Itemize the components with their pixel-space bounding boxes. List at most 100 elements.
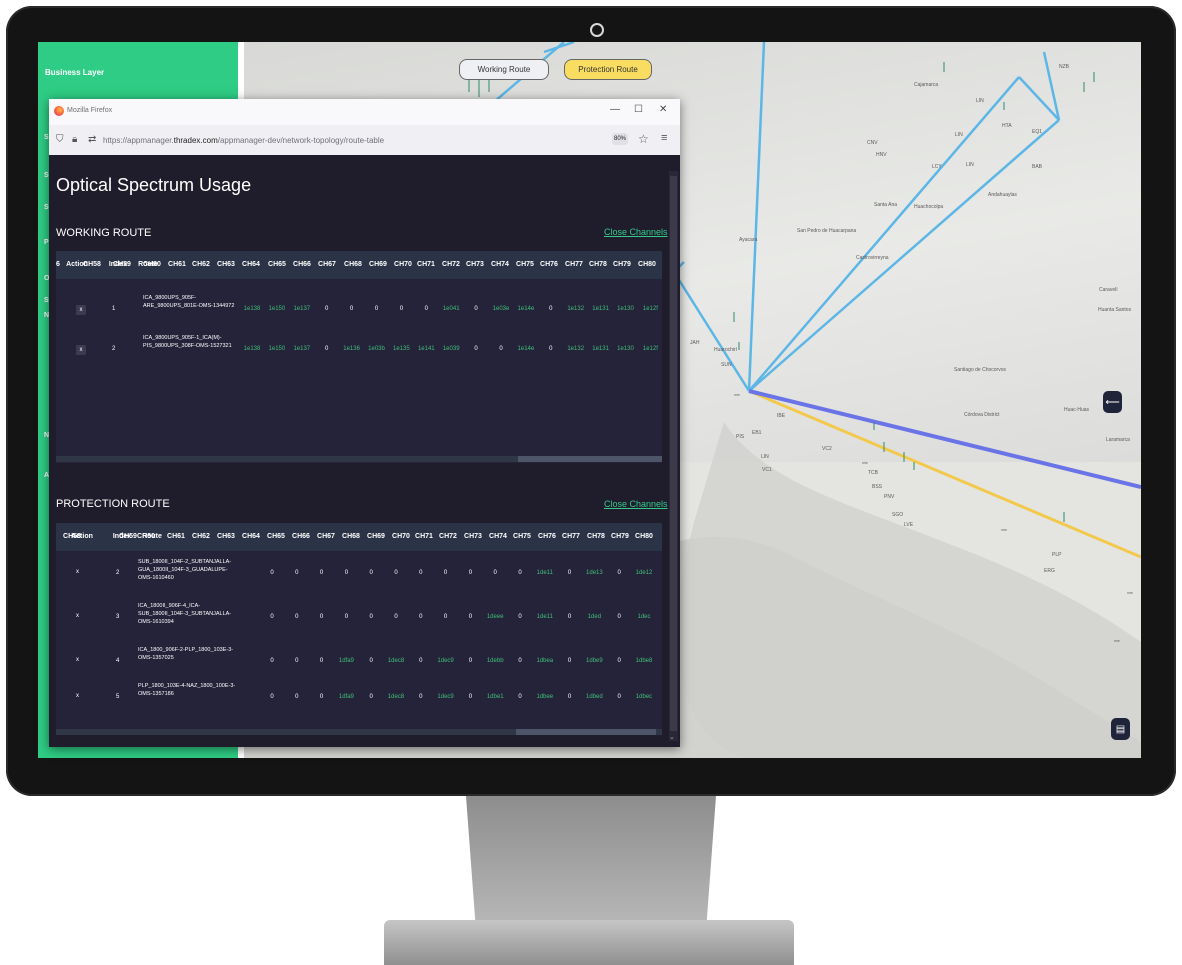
sidebar-letter: S [44,204,49,211]
channel-cell: 0 [325,306,329,312]
working-route-button[interactable]: Working Route [459,59,549,80]
map-place-label: ERG [1044,568,1055,574]
layers-icon[interactable]: ▤ [1111,718,1130,740]
channel-cell: 1e138 [243,306,261,312]
row-action-remove-button[interactable]: x [76,613,79,619]
column-header: Action [71,533,93,540]
channel-cell: 1e135 [393,346,410,352]
channel-cell: 0 [344,570,349,576]
map-place-label: CNV [867,140,878,146]
maximize-button[interactable]: ☐ [634,104,643,115]
channel-cell: 1dfa9 [338,694,354,700]
row-action-remove-button[interactable]: x [76,305,86,315]
channel-cell: 1dec8 [387,694,405,700]
row-action-remove-button[interactable]: x [76,345,86,355]
protection-close-channels-link[interactable]: Close Channels [604,499,668,509]
channel-cell: 0 [399,306,404,312]
column-header: CH68 [342,533,360,540]
column-header: CH77 [562,533,580,540]
working-close-channels-link[interactable]: Close Channels [604,227,668,237]
zoom-level[interactable]: 80% [612,133,628,145]
channel-cell: 1e137 [293,346,311,352]
channel-cell: 0 [567,658,572,664]
row-action-remove-button[interactable]: x [76,657,79,663]
column-header: CH67 [318,261,336,268]
map-place-label: SGO [892,512,904,518]
map-place-label: *** [1127,592,1133,598]
url-text[interactable]: https://appmanager.thradex.com/appmanage… [103,136,384,145]
column-header: CH65 [267,533,285,540]
scroll-down-icon[interactable]: ⌄ [669,733,675,741]
column-header: CH59 [113,261,131,268]
protection-horizontal-scrollbar[interactable] [56,729,662,735]
channel-cell: 1dec9 [437,658,454,664]
channel-cell: 1dec8 [387,658,405,664]
channel-cell: 1dfa9 [338,658,354,664]
column-header: CH65 [268,261,286,268]
column-header: CH78 [587,533,605,540]
channel-cell: 0 [419,694,423,700]
working-horizontal-scrollbar[interactable] [56,456,662,462]
sidebar-letter: P [44,239,49,246]
map-place-label: Huachocolpa [914,204,944,210]
channel-cell: 0 [394,614,398,620]
row-index: 4 [116,658,120,664]
working-route-title: WORKING ROUTE [56,227,152,239]
channel-cell: 1e131 [592,306,609,312]
monitor-stand-base [384,920,794,965]
map-place-label: PNV [884,494,895,500]
channel-cell: 0 [518,570,522,576]
map-place-label: *** [734,394,740,400]
channel-cell: 0 [369,694,373,700]
column-header: CH66 [293,261,311,268]
channel-cell: 0 [424,306,428,312]
channel-cell: 0 [295,614,299,620]
camera-icon [590,23,604,37]
channel-cell: 0 [295,694,299,700]
close-button[interactable]: ✕ [659,104,667,115]
bookmark-star-icon[interactable]: ☆ [638,132,649,146]
column-header: CH70 [394,261,412,268]
route-name: ICA_9800UPS_905F-ARE_9800UPS_801E-OMS-13… [143,295,235,309]
shield-icon[interactable]: ⛉ [56,134,64,145]
lock-icon[interactable]: 🔒︎ [72,134,77,145]
url-bar[interactable]: ⛉ 🔒︎ ⇄ https://appmanager.thradex.com/ap… [49,125,680,156]
row-index: 2 [116,570,120,576]
map-place-label: *** [1001,529,1007,535]
channel-cell: 1de11 [536,570,553,576]
channel-cell: 1de12 [635,570,653,576]
vertical-scrollbar[interactable] [669,171,678,741]
channel-cell: 0 [567,570,572,576]
column-header: CH64 [242,533,260,540]
channel-cell: 1e141 [417,346,435,352]
column-header: CH71 [415,533,433,540]
channel-cell: 1e12f [642,306,658,312]
channel-cell: 0 [349,306,354,312]
route-name: PLP_1800_103E-4-NAZ_1800_100E-3-OMS-1357… [138,683,236,697]
channel-cell: 1e130 [617,346,634,352]
permissions-icon[interactable]: ⇄ [88,134,96,145]
channel-cell: 0 [270,658,274,664]
map-place-label: Castrovirreyna [856,255,889,261]
map-place-label: *** [862,462,868,468]
column-header: CH74 [489,533,507,540]
map-place-label: Ayacara [739,237,758,243]
minimize-button[interactable]: — [610,104,620,115]
channel-cell: 1e132 [567,346,585,352]
working-table-header: 6 Action CH58 Index CH59 Route CH60 CH61 CH62 CH6… [56,251,662,279]
channel-cell: 1e136 [343,346,360,352]
channel-cell: 0 [549,306,553,312]
column-header: CH76 [538,533,556,540]
protection-route-button[interactable]: Protection Route [564,59,652,80]
channel-cell: 0 [518,658,522,664]
column-header: CH72 [439,533,457,540]
working-route-table: 6 Action CH58 Index CH59 Route CH60 CH61 CH62 CH6… [56,251,662,463]
row-action-remove-button[interactable]: x [76,569,79,575]
menu-icon[interactable]: ≡ [661,132,667,144]
map-place-label: LIN [761,454,769,460]
row-action-remove-button[interactable]: x [76,693,79,699]
column-header: CH75 [516,261,534,268]
route-name: ICA_1800II_906F-4_ICA-SUB_1800II_104F-3_… [138,603,232,625]
column-header: CH63 [217,261,235,268]
arrow-left-icon[interactable]: ⟵ [1103,391,1122,413]
